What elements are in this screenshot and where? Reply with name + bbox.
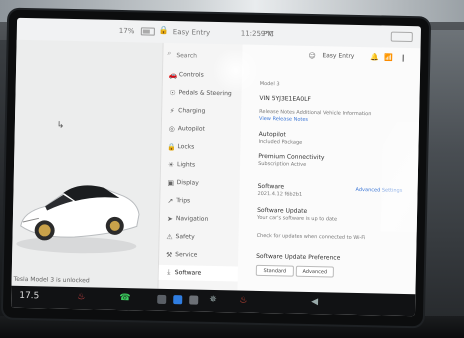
charging-icon: ⚡ [169, 106, 175, 115]
trunk-open-icon[interactable]: ↳ [57, 121, 65, 131]
apps-icon[interactable] [157, 294, 167, 304]
nav-item-autopilot[interactable]: ◎ Autopilot [162, 121, 242, 138]
outside-temperature: 9°C [260, 29, 274, 39]
nav-item-label: Locks [177, 143, 195, 151]
model-name: Model 3 [259, 80, 280, 88]
car-icon: 🚗 [168, 70, 178, 79]
nav-item-display[interactable]: ▣ Display [161, 175, 241, 192]
safety-icon: ⚠ [166, 232, 173, 241]
vin-label: VIN 5YJ3E1EA0LF [259, 94, 311, 103]
profile-icon[interactable]: ☺ [308, 52, 315, 60]
update-preference-label: Software Update Preference [256, 252, 341, 262]
car-status-text: Tesla Model 3 is unlocked [13, 275, 90, 285]
update-info-line: Check for updates when connected to Wi-F… [256, 232, 366, 242]
battery-range: 17% [118, 26, 135, 36]
nav-item-label: Software [174, 269, 202, 277]
software-detail-panel: ☺ Easy Entry 🔔 📶 ❙ Model 3 VIN 5YJ3E1EA0… [237, 44, 421, 295]
heater-icon[interactable]: ♨ [77, 292, 85, 302]
nav-item-software[interactable]: ⤓ Software [158, 264, 239, 282]
advanced-settings-link[interactable]: Advanced Settings [356, 187, 403, 194]
connectivity-label: Premium Connectivity [258, 152, 325, 162]
bluetooth-icon[interactable]: 📶 [384, 54, 393, 62]
nav-item-trips[interactable]: ↗ Trips [160, 193, 240, 210]
nav-item-navigation[interactable]: ➤ Navigation [160, 211, 240, 228]
nav-item-label: Autopilot [177, 125, 205, 133]
bell-icon[interactable]: 🔔 [370, 53, 379, 61]
standard-button[interactable]: Standard [255, 264, 294, 277]
connectivity-value: Subscription Active [258, 160, 307, 168]
phone-icon[interactable]: ☎ [119, 293, 130, 303]
update-status: Your car's software is up to date [256, 214, 338, 223]
nav-item-label: Pedals & Steering [178, 89, 232, 98]
nav-item-locks[interactable]: 🔒 Locks [161, 139, 241, 156]
release-notes-link[interactable]: View Release Notes [259, 116, 308, 123]
software-label: Software [257, 182, 285, 191]
cabin-temperature[interactable]: 17.5 [19, 291, 39, 301]
trips-icon: ↗ [167, 196, 174, 205]
touchscreen-bezel: 17% 🔒 Easy Entry 11:25 PM 9°C ↳ Tesla Mo… [2, 9, 430, 327]
car-panel[interactable]: ↳ Tesla Model 3 is unlocked ⏮ ▶ ⏭ ↻ [11, 39, 163, 303]
download-icon: ⤓ [167, 268, 171, 277]
nav-item-safety[interactable]: ⚠ Safety [159, 229, 239, 246]
passenger-airbag-indicator [390, 31, 413, 43]
settings-nav: ⌕ 🚗Controls☉Pedals & Steering⚡Charging◎A… [157, 42, 251, 291]
settings-search-input[interactable] [167, 48, 251, 63]
seat-heater-icon[interactable]: ♨ [239, 296, 247, 306]
light-icon: ☀ [167, 160, 175, 169]
autopilot-label: Autopilot [258, 130, 286, 139]
nav-item-pedals-steering[interactable]: ☉ Pedals & Steering [162, 85, 242, 102]
nav-item-charging[interactable]: ⚡ Charging [162, 103, 242, 120]
advanced-button[interactable]: Advanced [295, 265, 334, 278]
nav-item-service[interactable]: ⚒ Service [159, 247, 239, 264]
fan-icon[interactable]: ✵ [209, 295, 217, 305]
nav-item-label: Lights [176, 161, 196, 169]
battery-icon [140, 27, 155, 36]
steering-wheel-icon: ☉ [169, 88, 176, 97]
lock-icon[interactable]: 🔒 [159, 26, 169, 35]
nav-item-label: Controls [178, 71, 204, 79]
profile-selector[interactable]: Easy Entry [322, 52, 354, 60]
nav-item-lights[interactable]: ☀ Lights [161, 157, 241, 174]
frunk-hint [111, 120, 155, 121]
nav-item-label: Display [176, 179, 199, 187]
driver-profile-label[interactable]: Easy Entry [173, 28, 211, 37]
car-image [16, 185, 140, 254]
nav-item-label: Trips [176, 197, 191, 205]
signal-icon: ❙ [400, 53, 407, 62]
nav-item-label: Charging [178, 107, 206, 115]
nav-item-label: Safety [175, 233, 195, 241]
nav-item-label: Service [175, 251, 198, 259]
detail-header: ☺ Easy Entry 🔔 📶 ❙ [242, 45, 420, 73]
navigation-icon: ➤ [166, 214, 173, 223]
nav-item-label: Navigation [175, 215, 209, 223]
display-icon: ▣ [167, 178, 175, 187]
camera-icon[interactable] [189, 295, 199, 305]
software-version: 2021.4.12 f6b2b1 [257, 190, 303, 198]
lock-icon: 🔒 [166, 142, 176, 151]
nav-item-controls[interactable]: 🚗 Controls [163, 67, 243, 84]
autopilot-value: Included Package [258, 138, 303, 146]
update-label: Software Update [257, 206, 308, 215]
volume-icon[interactable]: ◀ [311, 297, 318, 307]
bluetooth-app-icon[interactable] [173, 295, 183, 305]
autopilot-icon: ◎ [168, 124, 175, 133]
wrench-icon: ⚒ [165, 250, 173, 259]
touchscreen: 17% 🔒 Easy Entry 11:25 PM 9°C ↳ Tesla Mo… [11, 17, 422, 317]
